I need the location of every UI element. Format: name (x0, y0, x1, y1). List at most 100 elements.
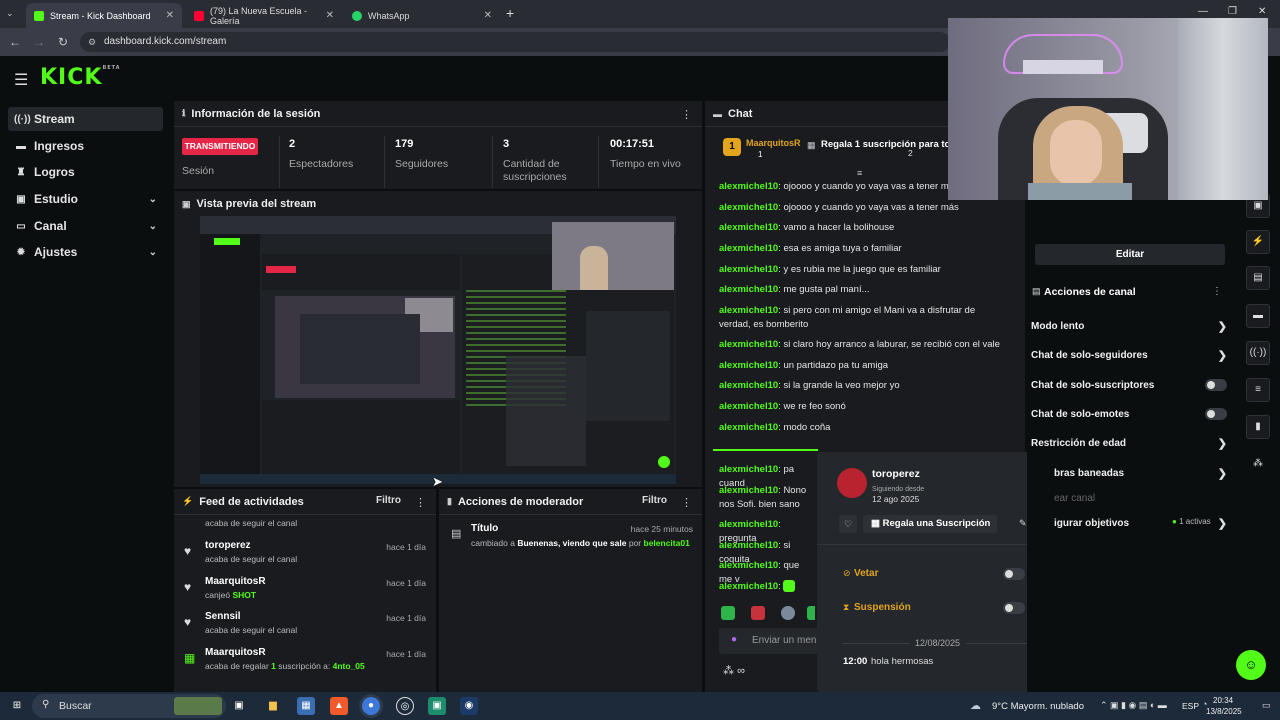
mod-username[interactable]: belencita01 (644, 538, 690, 548)
chat-username[interactable]: alexmichel10 (719, 519, 778, 530)
chat-bubble-icon[interactable]: ▬ (1246, 304, 1270, 328)
collapse-icon[interactable]: ≡ (857, 168, 862, 178)
sidebar-item-estudio[interactable]: ▣ Estudio ⌄ (8, 187, 163, 211)
sidebar-item-stream[interactable]: ((·)) Stream (8, 107, 163, 131)
broadcast-icon[interactable]: ((·)) (1246, 341, 1270, 365)
settings-icon[interactable]: ⁂ (723, 665, 734, 677)
tab-kick-dashboard[interactable]: Stream - Kick Dashboard ✕ (26, 3, 182, 28)
emote-icon[interactable] (751, 606, 765, 620)
chat-username[interactable]: alexmichel10 (719, 422, 778, 433)
sidebar-item-logros[interactable]: ♜ Logros (8, 160, 163, 184)
wrench-icon[interactable]: ⁂ (1246, 453, 1270, 477)
more-options-icon[interactable]: ⋮ (1212, 286, 1222, 297)
chat-username[interactable]: alexmichel10 (719, 284, 778, 295)
feed-username[interactable]: MaarquitosR (205, 647, 266, 658)
tab-whatsapp[interactable]: WhatsApp ✕ (344, 3, 500, 28)
chat-username[interactable]: alexmichel10 (719, 464, 778, 475)
feed-username[interactable]: toroperez (205, 540, 251, 551)
chat-username[interactable]: alexmichel10 (719, 305, 778, 316)
forward-icon[interactable]: → (27, 35, 51, 49)
banned-words-item[interactable]: bras baneadas ❯ (1054, 463, 1231, 483)
followers-only-item[interactable]: Chat de solo-seguidores ❯ (1031, 345, 1231, 365)
feed-username[interactable]: Sennsil (205, 611, 241, 622)
chat-username[interactable]: alexmichel10 (719, 560, 778, 571)
sidebar-item-ingresos[interactable]: ▬ Ingresos (8, 134, 163, 158)
chat-username[interactable]: alexmichel10 (719, 360, 778, 371)
age-restriction-item[interactable]: Restricción de edad ❯ (1031, 433, 1231, 453)
emotes-only-toggle[interactable] (1205, 408, 1227, 420)
chat-username[interactable]: alexmichel10 (719, 380, 778, 391)
gift-sub-button[interactable]: ▦ Regala una Suscripción (863, 515, 997, 533)
emote-icon[interactable] (781, 606, 795, 620)
notification-icon[interactable]: ▭ (1262, 700, 1271, 711)
menu-icon[interactable]: ☰ (14, 70, 28, 90)
chat-username[interactable]: alexmichel10 (719, 339, 778, 350)
timeout-toggle[interactable] (1003, 602, 1025, 614)
chat-username[interactable]: alexmichel10 (719, 222, 778, 233)
chat-username[interactable]: alexmichel10 (719, 581, 778, 592)
chat-username[interactable]: alexmichel10 (719, 243, 778, 254)
bolt-icon[interactable]: ⚡ (1246, 230, 1270, 254)
chat-username[interactable]: alexmichel10 (719, 181, 778, 192)
follow-heart-button[interactable]: ♡ (839, 515, 857, 533)
stream-preview-video[interactable] (200, 216, 676, 484)
emote-icon[interactable] (721, 606, 735, 620)
tray-icons[interactable]: ⌃ ▣ ▮ ◉ ▤ ◐ ▬ (1100, 700, 1167, 711)
chat-username[interactable]: alexmichel10 (719, 540, 778, 551)
more-options-icon[interactable]: ⋮ (681, 108, 692, 121)
language-indicator[interactable]: ESP (1182, 701, 1199, 711)
goals-item[interactable]: igurar objetivos ● 1 activas ❯ (1054, 513, 1231, 533)
clock-time[interactable]: 20:34 (1213, 696, 1233, 705)
new-tab-button[interactable]: + (506, 5, 514, 21)
emote-icon[interactable] (807, 606, 815, 620)
reload-icon[interactable]: ↻ (51, 35, 75, 49)
more-options-icon[interactable]: ⋮ (415, 496, 426, 509)
mic-icon[interactable]: ● (731, 634, 737, 645)
chat-username[interactable]: alexmichel10 (719, 202, 778, 213)
pinned-gift-banner[interactable]: 1 MaarquitosR 1 ▦ Regala 1 suscripción p… (711, 134, 964, 166)
brave-icon[interactable]: ▲ (330, 697, 348, 715)
shield-icon[interactable]: ▮ (1246, 415, 1270, 439)
close-window-icon[interactable]: ✕ (1258, 6, 1266, 17)
subscribers-only-toggle[interactable] (1205, 379, 1227, 391)
weather-text[interactable]: 9°C Mayorm. nublado (992, 701, 1084, 712)
store-icon[interactable]: ▦ (297, 697, 315, 715)
chat-username[interactable]: alexmichel10 (719, 264, 778, 275)
chat-username[interactable]: alexmichel10 (719, 485, 778, 496)
close-icon[interactable]: ✕ (166, 10, 174, 21)
document-icon[interactable]: ▤ (1246, 266, 1270, 290)
mention-icon[interactable]: ✎ (1019, 518, 1027, 529)
more-options-icon[interactable]: ⋮ (681, 496, 692, 509)
kick-logo[interactable]: KICKBETA (40, 65, 121, 90)
sidebar-item-ajustes[interactable]: ✹ Ajustes ⌄ (8, 240, 163, 264)
url-field[interactable]: ⚙ dashboard.kick.com/stream (80, 32, 950, 52)
ban-toggle[interactable] (1003, 568, 1025, 580)
tab-youtube[interactable]: (79) La Nueva Escuela - Galería ✕ (186, 3, 342, 28)
chat-username[interactable]: alexmichel10 (719, 401, 778, 412)
filter-button[interactable]: Filtro (376, 495, 401, 506)
clear-chat-item[interactable]: ear canal (1054, 488, 1231, 508)
task-view-icon[interactable]: ▣ (230, 697, 248, 715)
filter-button[interactable]: Filtro (642, 495, 667, 506)
edit-button[interactable]: Editar (1035, 244, 1225, 265)
chrome-icon[interactable]: ● (362, 697, 380, 715)
obs-icon[interactable]: ◎ (396, 697, 414, 715)
sidebar-item-canal[interactable]: ▭ Canal ⌄ (8, 214, 163, 238)
clock-date[interactable]: 13/8/2025 (1206, 707, 1242, 716)
file-explorer-icon[interactable]: ▆ (264, 697, 282, 715)
close-icon[interactable]: ✕ (484, 10, 492, 21)
site-info-icon[interactable]: ⚙ (88, 32, 96, 52)
chat-input[interactable]: ● Enviar un men (719, 628, 817, 654)
popup-username[interactable]: toroperez (872, 468, 920, 480)
back-icon[interactable]: ← (3, 35, 27, 49)
taskbar-search[interactable]: ⚲ Buscar (32, 694, 226, 718)
close-icon[interactable]: ✕ (326, 10, 334, 21)
app-icon[interactable]: ▣ (428, 697, 446, 715)
support-chat-button[interactable]: ☺ (1236, 650, 1266, 680)
avatar[interactable] (837, 468, 867, 498)
steam-icon[interactable]: ◉ (460, 697, 478, 715)
minimize-icon[interactable]: — (1198, 6, 1208, 17)
windows-start-icon[interactable]: ⊞ (8, 697, 26, 715)
tab-search-button[interactable]: ⌄ (6, 8, 14, 19)
infinity-icon[interactable]: ∞ (737, 665, 745, 677)
